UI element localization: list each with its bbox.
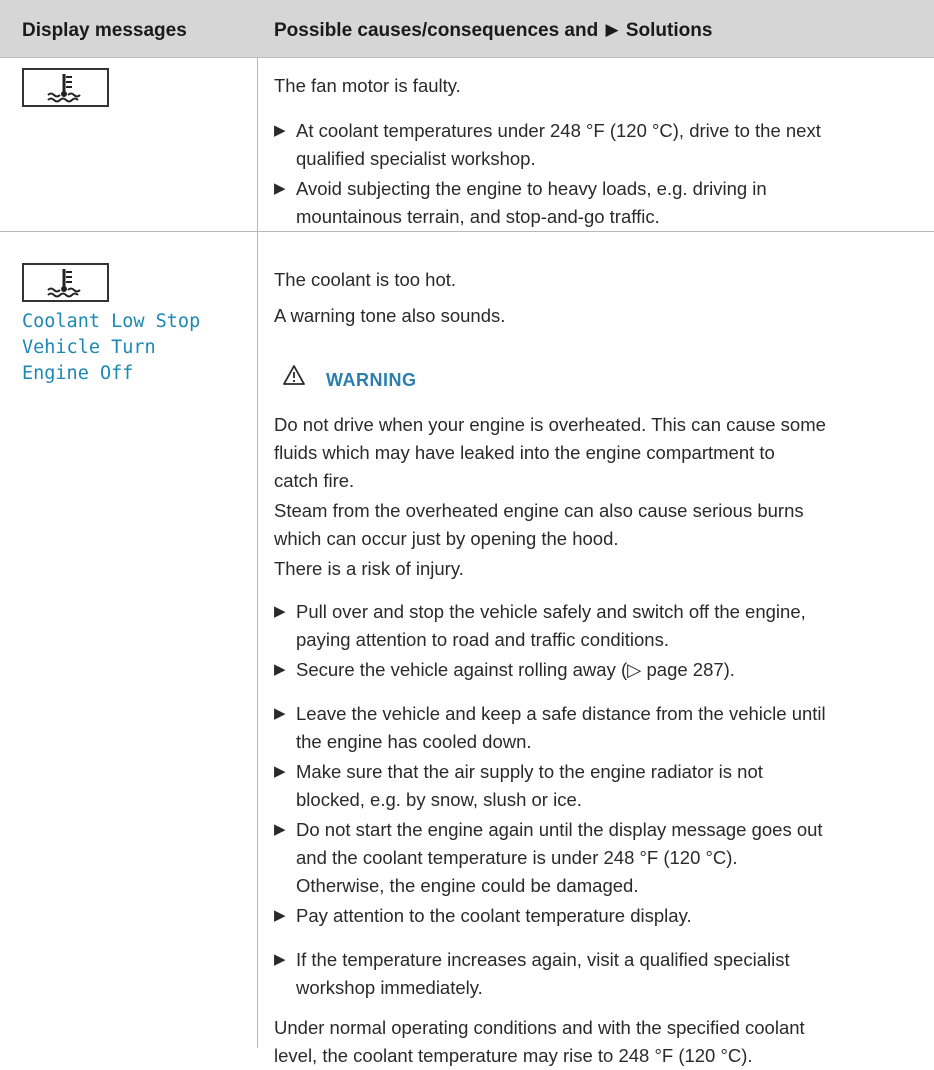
coolant-low-message: Coolant Low Stop Vehicle Turn Engine Off	[22, 309, 252, 387]
warning-text-line: which can occur just by opening the hood…	[274, 528, 619, 549]
bullet-line: Leave the vehicle and keep a safe distan…	[296, 703, 826, 724]
bullet-line: At coolant temperatures under 248 °F (12…	[296, 120, 821, 141]
warning-text-line: There is a risk of injury.	[274, 558, 464, 579]
warning-text-line: Steam from the overheated engine can als…	[274, 500, 804, 521]
bullet-marker-icon: ▶	[274, 661, 286, 678]
header-solutions-text: Solutions	[625, 20, 713, 41]
warning-text-line: catch fire.	[274, 470, 355, 491]
bullet-line: blocked, e.g. by snow, slush or ice.	[296, 789, 582, 810]
bullet-line: Pull over and stop the vehicle safely an…	[296, 601, 806, 622]
bullet-line: mountainous terrain, and stop-and-go tra…	[296, 206, 660, 227]
warning-triangle-icon	[283, 365, 305, 385]
page-reference-link[interactable]: Secure the vehicle against rolling away …	[296, 656, 735, 684]
bullet-marker-icon: ▶	[274, 763, 286, 780]
closing-text-line: level, the coolant temperature may rise …	[274, 1045, 753, 1066]
message-line: Engine Off	[22, 363, 134, 384]
bullet-line: qualified specialist workshop.	[296, 148, 536, 169]
bullet-line: Avoid subjecting the engine to heavy loa…	[296, 178, 767, 199]
row-separator	[0, 231, 934, 232]
header-causes-text: Possible causes/consequences and	[274, 20, 599, 41]
warning-text-line: Do not drive when your engine is overhea…	[274, 414, 826, 435]
bullet-line: Otherwise, the engine could be damaged.	[296, 875, 639, 896]
bullet-line: and the coolant temperature is under 248…	[296, 847, 738, 868]
bullet-line: Do not start the engine again until the …	[296, 819, 823, 840]
bullet-marker-icon: ▶	[274, 907, 286, 924]
warning-label: WARNING	[326, 370, 417, 390]
table-header: Display messages Possible causes/consequ…	[0, 0, 934, 58]
bullet-marker-icon: ▶	[274, 603, 286, 620]
bullet-marker-icon: ▶	[274, 951, 286, 968]
bullet-marker-icon: ▶	[274, 705, 286, 722]
bullet-line: the engine has cooled down.	[296, 731, 532, 752]
message-line: Vehicle Turn	[22, 337, 156, 358]
bullet-line: Make sure that the air supply to the eng…	[296, 761, 763, 782]
message-line: Coolant Low Stop	[22, 311, 201, 332]
header-causes-solutions: Possible causes/consequences and ▶ Solut…	[274, 20, 712, 42]
bullet-marker-icon: ▶	[274, 821, 286, 838]
closing-text-line: Under normal operating conditions and wi…	[274, 1017, 805, 1038]
solution-marker-icon: ▶	[605, 20, 619, 39]
bullet-line: workshop immediately.	[296, 977, 483, 998]
header-display-messages: Display messages	[22, 20, 187, 41]
column-divider	[257, 58, 258, 1048]
coolant-temperature-icon	[22, 263, 109, 302]
row1-cause: The fan motor is faulty.	[274, 75, 461, 96]
bullet-line: paying attention to road and traffic con…	[296, 629, 669, 650]
row2-cause: A warning tone also sounds.	[274, 305, 506, 326]
bullet-marker-icon: ▶	[274, 122, 286, 139]
bullet-line: Pay attention to the coolant temperature…	[296, 905, 692, 926]
warning-text-line: fluids which may have leaked into the en…	[274, 442, 775, 463]
bullet-line: If the temperature increases again, visi…	[296, 949, 790, 970]
coolant-temperature-icon	[22, 68, 109, 107]
bullet-marker-icon: ▶	[274, 180, 286, 197]
row2-cause: The coolant is too hot.	[274, 269, 457, 290]
